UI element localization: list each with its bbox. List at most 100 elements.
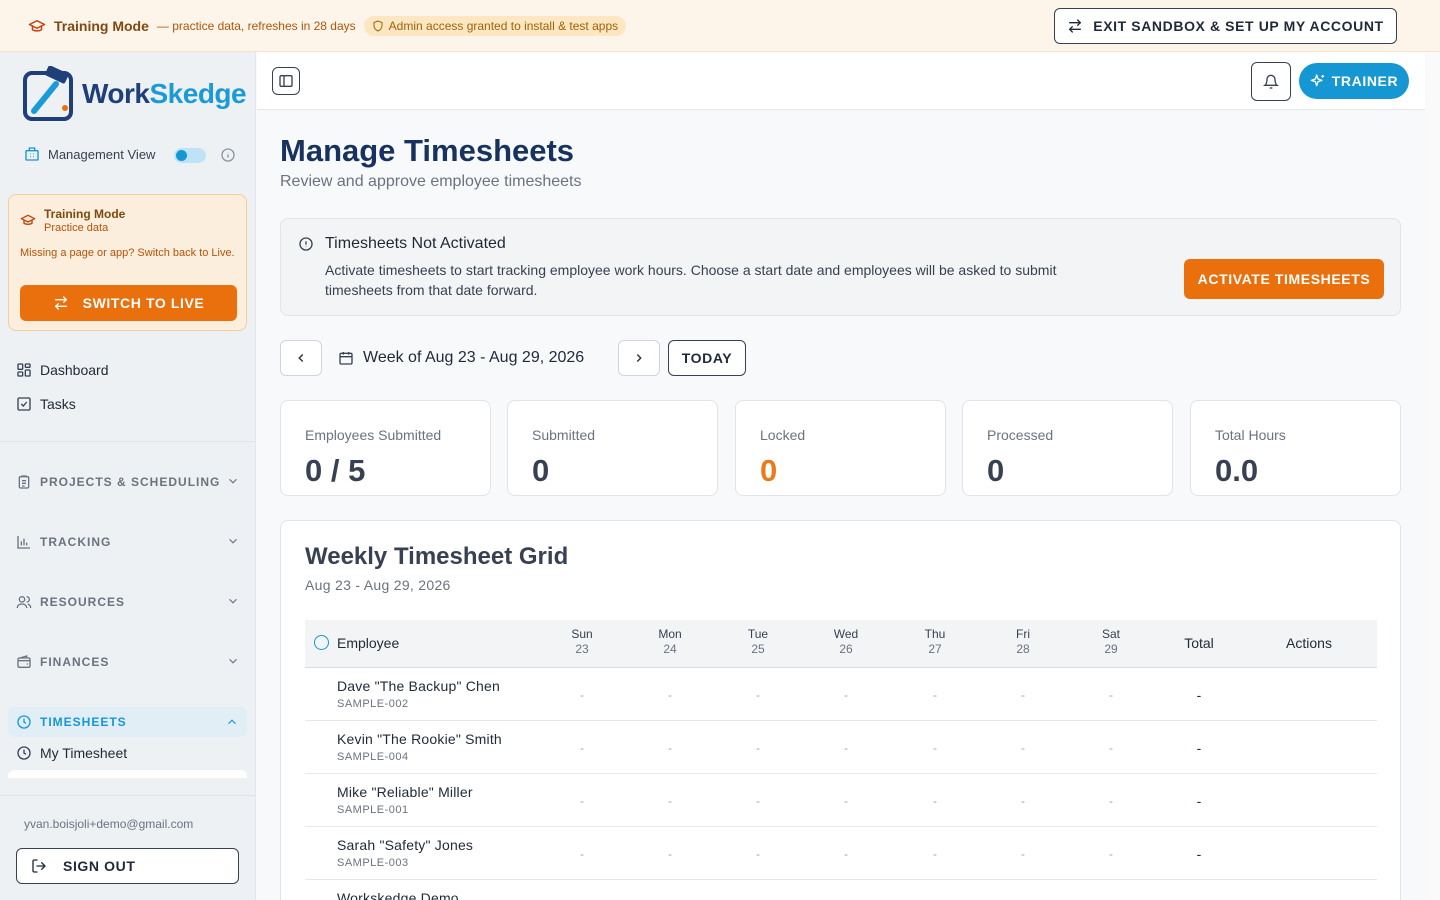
column-header-day: Thu 27	[905, 627, 965, 657]
day-hours-cell[interactable]: -	[552, 688, 612, 702]
swap-arrows-icon	[1069, 19, 1082, 33]
sidebar-divider	[0, 441, 256, 442]
day-hours-cell[interactable]: -	[728, 794, 788, 808]
next-week-button[interactable]	[618, 340, 660, 376]
chevron-right-icon	[636, 354, 642, 362]
management-view-toggle[interactable]	[174, 148, 206, 163]
sidebar-section-finances[interactable]: FINANCES	[16, 654, 240, 670]
chevron-down-icon	[229, 658, 237, 664]
sidebar-section-projects[interactable]: PROJECTS & SCHEDULING	[16, 474, 240, 490]
sidebar-item-dashboard[interactable]: Dashboard	[16, 362, 109, 378]
training-mode-card: Training Mode Practice data Missing a pa…	[8, 194, 247, 331]
section-label: TIMESHEETS	[40, 715, 127, 729]
banner-subtitle: — practice data, refreshes in 28 days	[156, 18, 356, 33]
day-hours-cell[interactable]: -	[993, 741, 1053, 755]
admin-access-pill: Admin access granted to install & test a…	[363, 15, 627, 36]
sidebar-item-my-timesheet[interactable]: My Timesheet	[16, 745, 127, 761]
select-all-radio[interactable]	[314, 635, 329, 650]
training-card-description: Missing a page or app? Switch back to Li…	[20, 247, 235, 259]
graduation-cap-icon	[28, 17, 46, 35]
day-hours-cell[interactable]: -	[905, 794, 965, 808]
day-hours-cell[interactable]: -	[993, 688, 1053, 702]
day-name: Wed	[833, 627, 859, 641]
day-date: 24	[663, 642, 677, 656]
checkbox-icon	[17, 397, 31, 411]
column-header-total: Total	[1184, 635, 1214, 651]
activate-timesheets-button[interactable]: ACTIVATE TIMESHEETS	[1184, 259, 1384, 299]
calendar-icon	[339, 352, 353, 365]
day-hours-cell[interactable]: -	[905, 688, 965, 702]
switch-to-live-label: SWITCH TO LIVE	[82, 295, 205, 311]
toggle-sidebar-button[interactable]	[272, 67, 300, 95]
day-hours-cell[interactable]: -	[552, 741, 612, 755]
app-logo[interactable]: WorkSkedge	[22, 66, 247, 122]
chevron-up-icon	[228, 719, 236, 725]
row-total: -	[1196, 846, 1202, 862]
day-hours-cell[interactable]: -	[552, 794, 612, 808]
sidebar-section-tracking[interactable]: TRACKING	[16, 534, 240, 550]
section-label: TRACKING	[40, 535, 112, 549]
exit-sandbox-label: EXIT SANDBOX & SET UP MY ACCOUNT	[1093, 18, 1384, 34]
info-icon[interactable]	[220, 147, 236, 163]
column-header-day: Sat 29	[1081, 627, 1141, 657]
table-row[interactable]: Dave "The Backup" Chen SAMPLE-002 - - - - - - - -	[305, 668, 1377, 721]
day-hours-cell[interactable]: -	[816, 741, 876, 755]
sidebar-section-resources[interactable]: RESOURCES	[16, 594, 240, 610]
chevron-down-icon	[229, 538, 237, 544]
sidebar-item-tasks[interactable]: Tasks	[16, 396, 76, 412]
day-hours-cell[interactable]: -	[993, 847, 1053, 861]
sidebar-item-manage-timesheets-active[interactable]	[8, 770, 247, 778]
day-hours-cell[interactable]: -	[816, 847, 876, 861]
day-name: Fri	[1016, 627, 1030, 641]
day-hours-cell[interactable]: -	[640, 794, 700, 808]
sign-out-button[interactable]: SIGN OUT	[16, 848, 239, 884]
day-hours-cell[interactable]: -	[728, 688, 788, 702]
exit-sandbox-button[interactable]: EXIT SANDBOX & SET UP MY ACCOUNT	[1054, 8, 1397, 44]
trainer-button[interactable]: TRAINER	[1299, 63, 1409, 99]
day-hours-cell[interactable]: -	[728, 847, 788, 861]
day-hours-cell[interactable]: -	[552, 847, 612, 861]
user-email: yvan.boisjoli+demo@gmail.com	[24, 817, 194, 831]
sidebar-panel-icon	[279, 75, 293, 87]
page-scrollbar[interactable]	[1428, 52, 1440, 900]
day-hours-cell[interactable]: -	[728, 741, 788, 755]
day-hours-cell[interactable]: -	[1081, 794, 1141, 808]
column-header-employee: Employee	[337, 635, 400, 651]
table-row[interactable]: Sarah "Safety" Jones SAMPLE-003 - - - - - - - -	[305, 827, 1377, 880]
day-hours-cell[interactable]: -	[640, 688, 700, 702]
day-hours-cell[interactable]: -	[1081, 688, 1141, 702]
table-row[interactable]: Mike "Reliable" Miller SAMPLE-001 - - - - - - - -	[305, 774, 1377, 827]
day-name: Tue	[747, 627, 769, 641]
day-hours-cell[interactable]: -	[816, 794, 876, 808]
column-header-day: Mon 24	[640, 627, 700, 657]
day-hours-cell[interactable]: -	[905, 741, 965, 755]
sidebar-section-timesheets[interactable]: TIMESHEETS	[8, 707, 247, 737]
shield-icon	[373, 19, 383, 32]
stat-value: 0	[987, 453, 1005, 488]
alert-title: Timesheets Not Activated	[325, 235, 506, 252]
day-hours-cell[interactable]: -	[1081, 847, 1141, 861]
wallet-icon	[17, 655, 31, 668]
today-button[interactable]: TODAY	[668, 340, 746, 376]
sparkles-icon	[1310, 74, 1324, 87]
day-hours-cell[interactable]: -	[816, 688, 876, 702]
column-header-day: Wed 26	[816, 627, 876, 657]
day-hours-cell[interactable]: -	[640, 741, 700, 755]
day-hours-cell[interactable]: -	[1081, 741, 1141, 755]
switch-to-live-button[interactable]: SWITCH TO LIVE	[20, 285, 237, 321]
users-icon	[16, 596, 32, 609]
bar-chart-icon	[17, 536, 30, 549]
table-row[interactable]: Kevin "The Rookie" Smith SAMPLE-004 - - - - - -…	[305, 721, 1377, 774]
clipboard-icon	[18, 475, 30, 489]
logo-word-part2: Skedge	[149, 78, 247, 109]
notifications-button[interactable]	[1251, 62, 1291, 101]
previous-week-button[interactable]	[280, 340, 322, 376]
day-hours-cell[interactable]: -	[905, 847, 965, 861]
day-hours-cell[interactable]: -	[640, 847, 700, 861]
table-row[interactable]: Workskedge Demo	[305, 880, 1377, 900]
employee-name: Dave "The Backup" Chen	[337, 678, 500, 694]
page-title: Manage Timesheets	[280, 133, 575, 168]
day-name: Mon	[658, 627, 682, 641]
training-banner: Training Mode — practice data, refreshes…	[0, 0, 1440, 52]
day-hours-cell[interactable]: -	[993, 794, 1053, 808]
